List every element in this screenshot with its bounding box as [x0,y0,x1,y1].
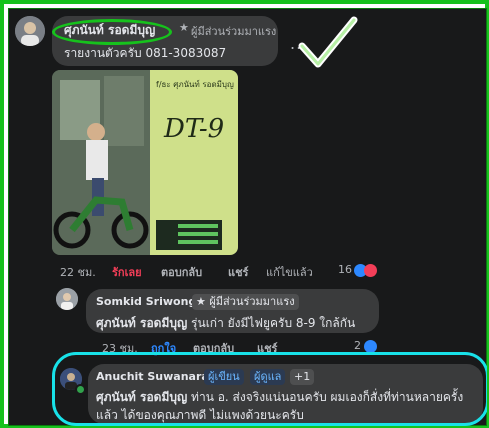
reply1-bubble: Somkid Sriwong ★ ผู้มีส่วนร่วมมาแรง ศุภน… [86,289,379,333]
main-comment-badge: ผู้มีส่วนร่วมมาแรง [191,25,277,38]
main-comment-time[interactable]: 22 ชม. [60,263,96,281]
main-comment-avatar[interactable] [15,16,45,46]
reply1-reaction-count[interactable]: 2 [354,339,361,352]
reply1-badge-text: ผู้มีส่วนร่วมมาแรง [209,295,295,308]
photo-model-label: DT-9 [164,114,225,144]
share-link[interactable]: แชร์ [228,263,248,281]
main-comment-text: รายงานตัวครับ 081-3083087 [64,46,227,60]
reply1-mention[interactable]: ศุภนันท์ รอดมีบุญ [96,316,187,330]
star-icon: ★ [196,295,210,308]
main-reaction-count[interactable]: 16 [338,263,352,276]
reply-link[interactable]: ตอบกลับ [161,263,202,281]
star-icon: ★ [179,21,189,34]
reply1-badge: ★ ผู้มีส่วนร่วมมาแรง [192,294,299,310]
reply1-text: ศุภนันท์ รอดมีบุญ รุ่นเก่า ยังมีไฟยูครับ… [96,314,355,333]
edited-label: แก้ไขแล้ว [266,266,313,279]
love-reaction-link[interactable]: รักเลย [112,263,142,281]
love-reaction-icon [364,264,377,277]
checkmark-icon [298,16,358,76]
comment-photo[interactable]: f/ธะ ศุภนันท์ รอดมีบุญ DT-9 [52,70,238,255]
highlight-oval-reply [52,352,487,426]
comment-thread: ศุภนันท์ รอดมีบุญ ★ ผู้มีส่วนร่วมมาแรง ร… [8,8,487,426]
reply1-avatar[interactable] [56,288,78,310]
highlight-oval-author [52,19,172,45]
reply1-body: รุ่นเก่า ยังมีไฟยูครับ 8-9 ใกล้กัน [191,316,356,330]
reply1-author[interactable]: Somkid Sriwong [96,295,196,308]
photo-caption: f/ธะ ศุภนันท์ รอดมีบุญ [156,80,234,89]
screenshot-frame: ศุภนันท์ รอดมีบุญ ★ ผู้มีส่วนร่วมมาแรง ร… [0,0,489,428]
